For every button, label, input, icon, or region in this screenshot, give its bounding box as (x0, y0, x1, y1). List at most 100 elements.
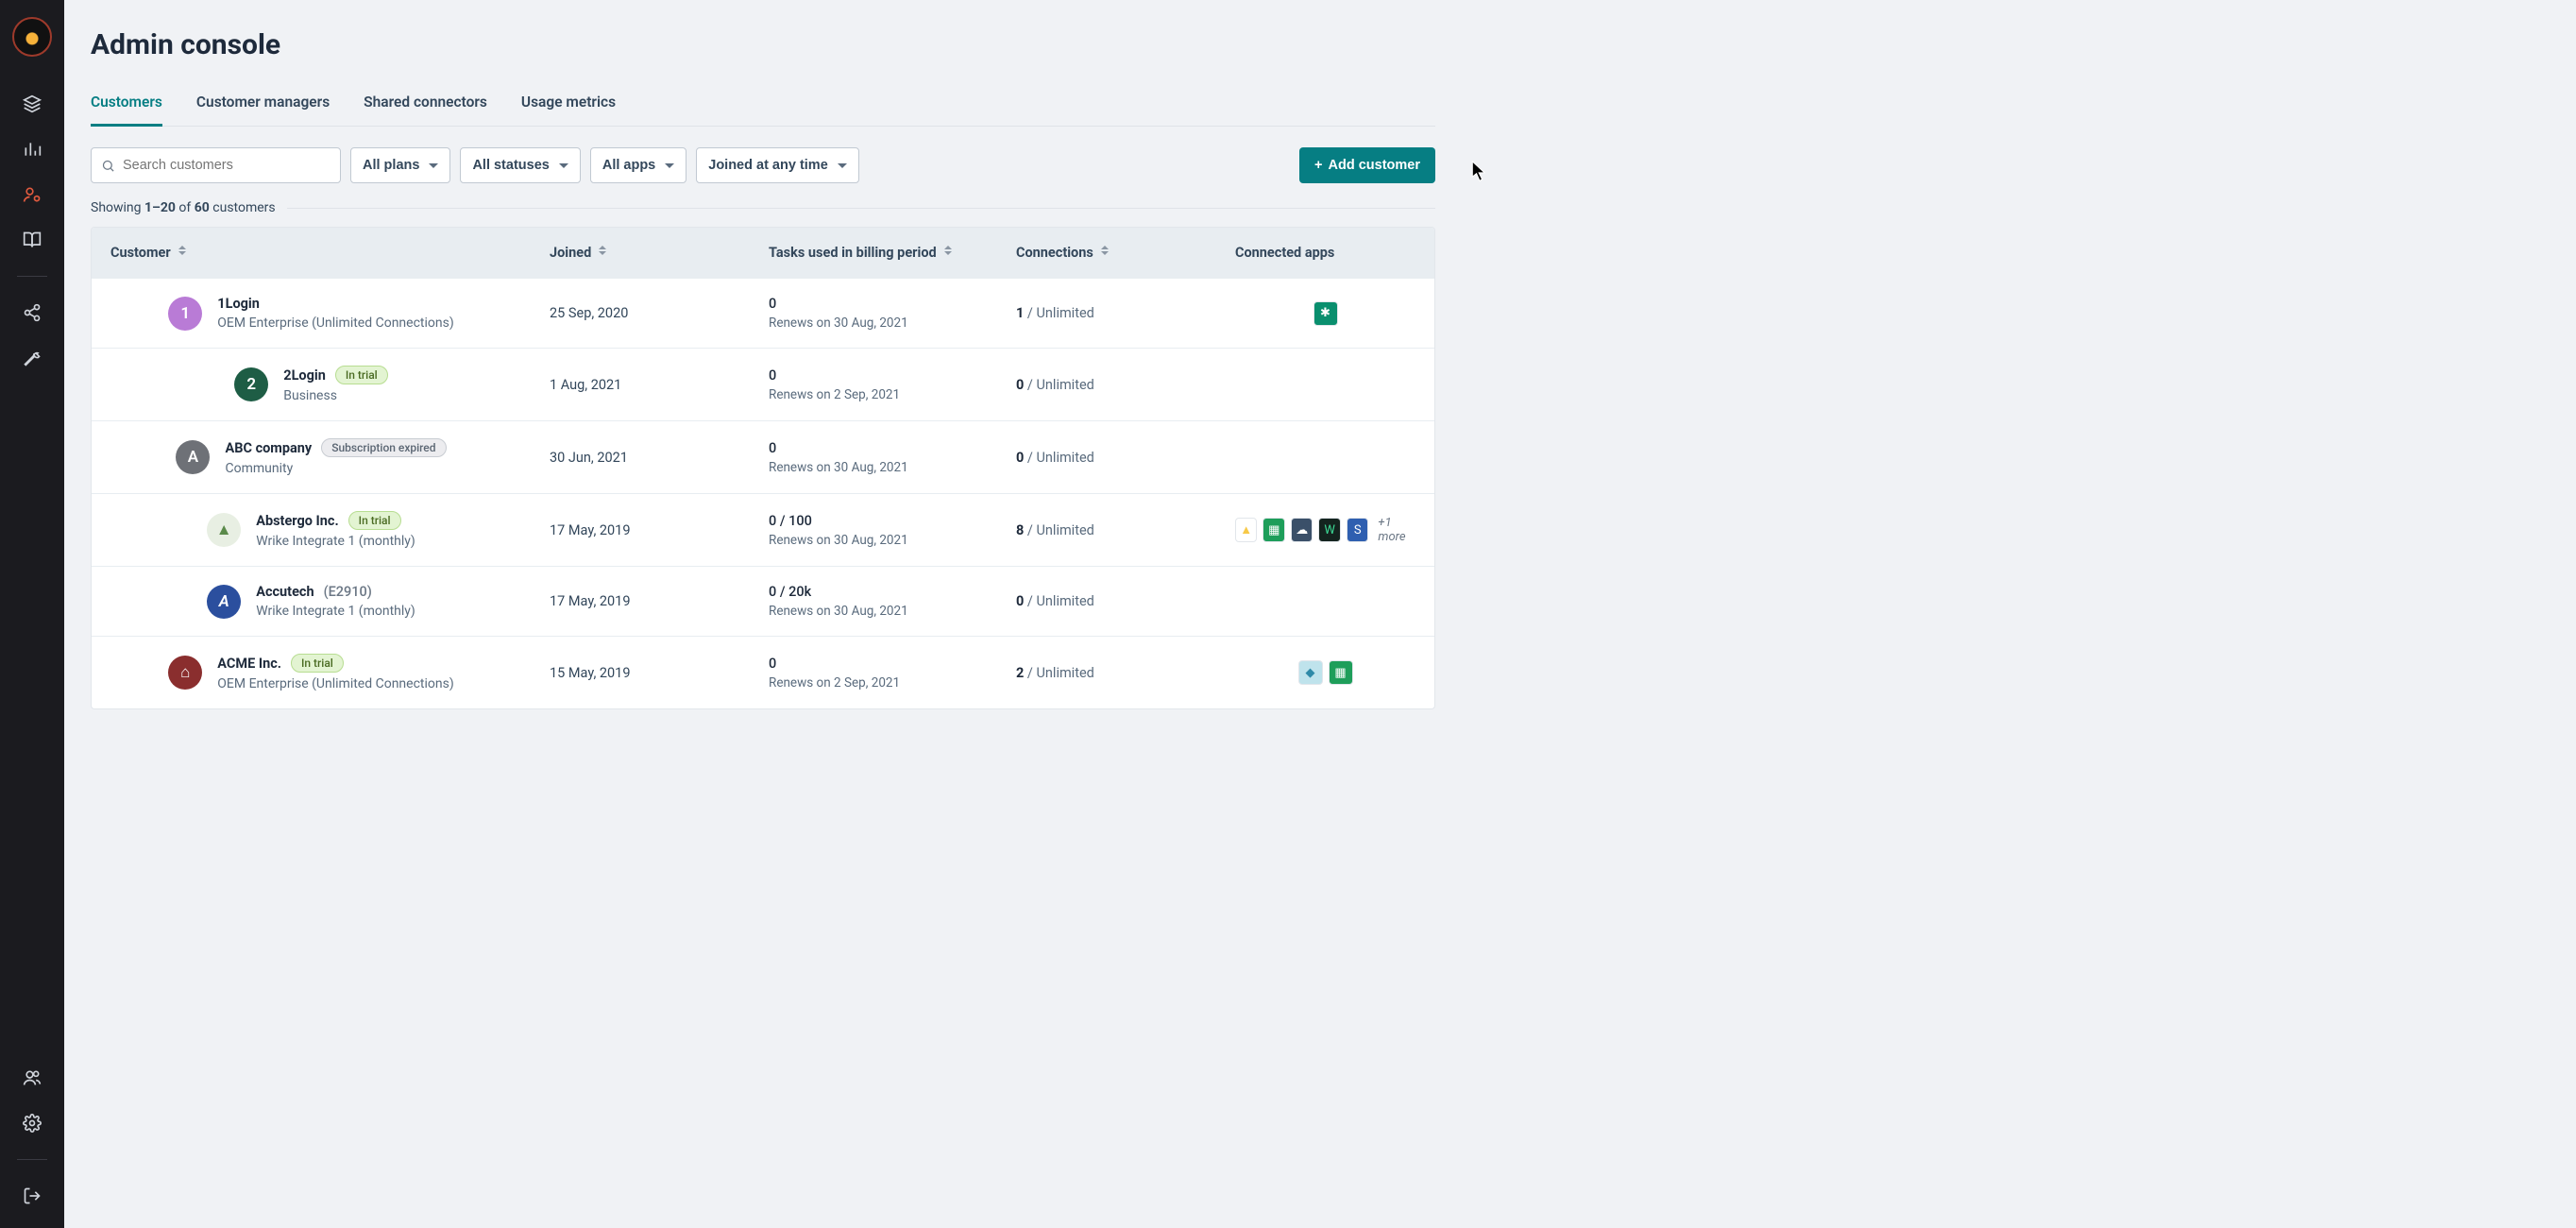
table-row[interactable]: ⌂ ACME Inc. In trial OEM Enterprise (Unlimi… (92, 636, 1434, 708)
apps-cell (1216, 421, 1434, 493)
col-joined[interactable]: Joined (531, 228, 750, 278)
apps-cell (1216, 567, 1434, 636)
joined-cell: 25 Sep, 2020 (531, 279, 750, 348)
customer-cell: ⌂ ACME Inc. In trial OEM Enterprise (Unlimi… (92, 637, 531, 708)
customers-table: Customer Joined Tasks used in billing pe… (91, 227, 1435, 709)
more-apps-link[interactable]: +1 more (1378, 516, 1417, 544)
customer-name: ABC company (225, 440, 312, 456)
avatar: ⌂ (168, 656, 202, 690)
connections-cell: 0 / Unlimited (997, 349, 1216, 420)
customer-plan: Community (225, 461, 446, 476)
app-icon: ◆ (1298, 660, 1323, 685)
customer-name: Abstergo Inc. (256, 513, 338, 529)
tasks-cell: 0Renews on 30 Aug, 2021 (750, 279, 997, 348)
tasks-cell: 0Renews on 2 Sep, 2021 (750, 349, 997, 420)
customer-cell: ▲ Abstergo Inc. In trial Wrike Integrate 1 … (92, 494, 531, 566)
connections-cell: 2 / Unlimited (997, 637, 1216, 708)
status-badge: In trial (291, 654, 344, 673)
customer-cell: AABC companySubscription expiredCommunit… (92, 421, 531, 493)
filter-apps-label: All apps (602, 158, 655, 173)
sidebar (0, 0, 64, 1228)
app-icon: ▲ (1235, 518, 1257, 542)
table-row[interactable]: 1 1Login OEM Enterprise (Unlimited Connect… (92, 278, 1434, 348)
chevron-down-icon (559, 163, 568, 168)
apps-cell: ✱ (1216, 279, 1434, 348)
col-connected-apps: Connected apps (1216, 228, 1434, 278)
customer-name: ACME Inc. (217, 656, 281, 672)
filter-joined[interactable]: Joined at any time (696, 147, 859, 183)
cursor-icon (1471, 161, 1488, 183)
apps-cell: ◆▦ (1216, 637, 1434, 708)
status-badge: In trial (348, 511, 401, 530)
nav-layers-icon[interactable] (23, 94, 42, 113)
filter-plans-label: All plans (363, 158, 419, 173)
filter-statuses[interactable]: All statuses (460, 147, 580, 183)
customer-plan: Wrike Integrate 1 (monthly) (256, 604, 415, 619)
chevron-down-icon (429, 163, 438, 168)
customer-plan: OEM Enterprise (Unlimited Connections) (217, 316, 453, 331)
search-input[interactable] (123, 158, 330, 173)
filter-statuses-label: All statuses (472, 158, 549, 173)
table-row[interactable]: 22LoginIn trialBusiness1 Aug, 20210Renew… (92, 348, 1434, 420)
status-badge: Subscription expired (321, 438, 446, 457)
tasks-cell: 0Renews on 30 Aug, 2021 (750, 421, 997, 493)
chevron-down-icon (665, 163, 674, 168)
nav-user-settings-icon[interactable] (23, 185, 42, 204)
tab-shared-connectors[interactable]: Shared connectors (364, 86, 487, 126)
joined-cell: 17 May, 2019 (531, 494, 750, 566)
col-tasks[interactable]: Tasks used in billing period (750, 228, 997, 278)
connections-cell: 8 / Unlimited (997, 494, 1216, 566)
nav-chart-icon[interactable] (23, 140, 42, 159)
customer-plan: OEM Enterprise (Unlimited Connections) (217, 676, 453, 691)
connections-cell: 0 / Unlimited (997, 421, 1216, 493)
app-icon: W (1318, 518, 1340, 542)
search-input-wrap[interactable] (91, 147, 341, 183)
col-connections[interactable]: Connections (997, 228, 1216, 278)
apps-cell: ▲▦ ☁WS +1 more (1216, 494, 1435, 566)
filter-joined-label: Joined at any time (708, 158, 828, 173)
chevron-down-icon (838, 163, 847, 168)
col-customer[interactable]: Customer (92, 228, 531, 278)
avatar: 2 (234, 367, 268, 401)
table-header: Customer Joined Tasks used in billing pe… (92, 228, 1434, 278)
app-icon: ▦ (1263, 518, 1284, 542)
table-row[interactable]: ▲ Abstergo Inc. In trial Wrike Integrate 1 … (92, 493, 1434, 566)
customer-cell: AAccutech (E2910)Wrike Integrate 1 (mont… (92, 567, 531, 636)
nav-share-icon[interactable] (23, 303, 42, 322)
search-icon (101, 159, 115, 173)
tab-customer-managers[interactable]: Customer managers (196, 86, 330, 126)
nav-logout-icon[interactable] (23, 1186, 42, 1205)
apps-cell (1216, 349, 1434, 420)
add-customer-label: Add customer (1329, 158, 1421, 173)
app-icon: S (1347, 518, 1368, 542)
table-row[interactable]: AABC companySubscription expiredCommunit… (92, 420, 1434, 493)
joined-cell: 17 May, 2019 (531, 567, 750, 636)
status-badge: In trial (335, 366, 388, 384)
filter-plans[interactable]: All plans (350, 147, 450, 183)
connections-cell: 0 / Unlimited (997, 567, 1216, 636)
tab-customers[interactable]: Customers (91, 86, 162, 127)
nav-settings-icon[interactable] (23, 1114, 42, 1133)
joined-cell: 1 Aug, 2021 (531, 349, 750, 420)
nav-book-icon[interactable] (23, 230, 42, 249)
connections-cell: 1 / Unlimited (997, 279, 1216, 348)
add-customer-button[interactable]: +Add customer (1299, 147, 1435, 183)
avatar: ▲ (207, 513, 241, 547)
nav-divider (17, 276, 47, 277)
nav-team-icon[interactable] (23, 1068, 42, 1087)
avatar: 1 (168, 297, 202, 331)
tasks-cell: 0 / 100Renews on 30 Aug, 2021 (750, 494, 997, 566)
nav-wrench-icon[interactable] (23, 349, 42, 367)
filter-apps[interactable]: All apps (590, 147, 686, 183)
table-row[interactable]: AAccutech (E2910)Wrike Integrate 1 (mont… (92, 566, 1434, 636)
customer-cell: 22LoginIn trialBusiness (92, 349, 531, 420)
customer-cell: 1 1Login OEM Enterprise (Unlimited Connect… (92, 279, 531, 348)
page-title: Admin console (91, 28, 1435, 61)
tab-usage-metrics[interactable]: Usage metrics (521, 86, 616, 126)
customer-plan: Wrike Integrate 1 (monthly) (256, 534, 415, 549)
joined-cell: 15 May, 2019 (531, 637, 750, 708)
app-icon: ✱ (1313, 301, 1338, 326)
customer-code: (E2910) (324, 584, 372, 600)
customer-name: 1Login (217, 296, 260, 312)
app-icon: ☁ (1291, 518, 1313, 542)
